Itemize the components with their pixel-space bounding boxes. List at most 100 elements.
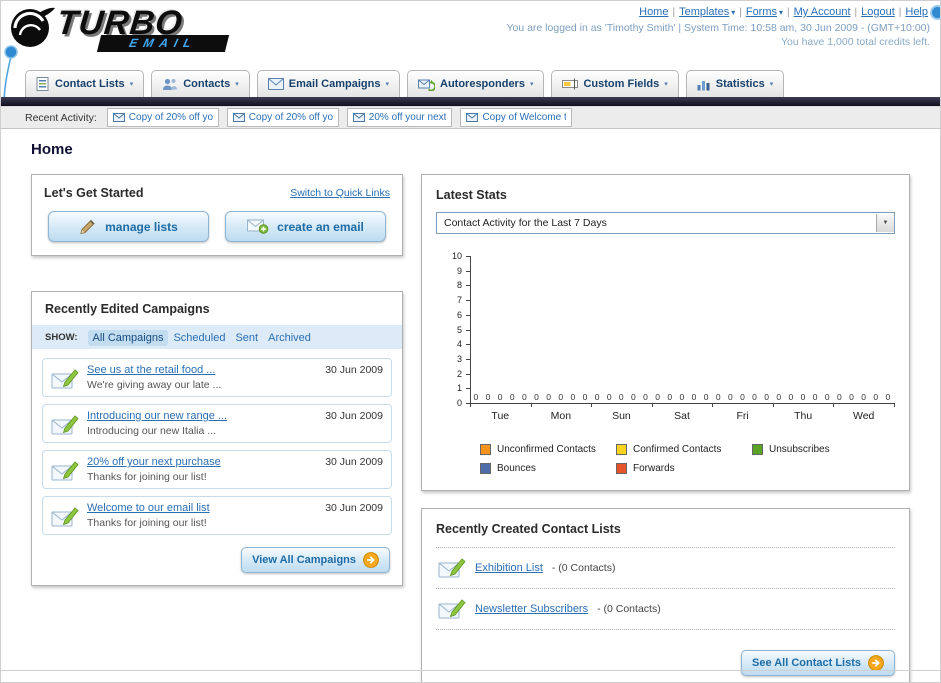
statistics-icon bbox=[697, 78, 711, 91]
bar-value-label: 0 bbox=[667, 392, 673, 402]
campaign-date: 30 Jun 2009 bbox=[325, 502, 383, 514]
tab-label: Custom Fields bbox=[583, 78, 660, 90]
nav-link-help[interactable]: Help bbox=[905, 6, 928, 18]
tab-label: Statistics bbox=[715, 78, 765, 90]
envelope-icon bbox=[466, 113, 479, 122]
switch-quick-links-link[interactable]: Switch to Quick Links bbox=[290, 187, 390, 199]
latest-stats-title: Latest Stats bbox=[436, 188, 507, 202]
manage-lists-button[interactable]: manage lists bbox=[48, 211, 209, 242]
y-axis-tick-label: 9 bbox=[456, 265, 462, 276]
contact-lists-panel: Recently Created Contact Lists Exhibitio… bbox=[421, 508, 910, 682]
edge-dot-decoration bbox=[930, 5, 940, 20]
recent-activity-item-label: Copy of Welcome to bbox=[482, 112, 567, 123]
y-axis-line bbox=[470, 256, 471, 403]
envelope-pencil-icon bbox=[51, 366, 79, 391]
tab-autoresponders[interactable]: Autoresponders ▾ bbox=[407, 70, 545, 97]
bar-value-label: 0 bbox=[788, 392, 794, 402]
tab-email-campaigns[interactable]: Email Campaigns ▾ bbox=[256, 70, 400, 97]
filter-scheduled[interactable]: Scheduled bbox=[168, 330, 230, 346]
nav-link-my-account[interactable]: My Account bbox=[794, 6, 851, 18]
envelope-pencil-icon bbox=[438, 598, 466, 620]
y-axis-tick-label: 3 bbox=[456, 353, 462, 364]
tab-statistics[interactable]: Statistics ▾ bbox=[685, 70, 785, 97]
recent-activity-item[interactable]: 20% off your next bbox=[346, 108, 453, 127]
x-axis-tick bbox=[712, 403, 714, 407]
bar-value-label: 0 bbox=[631, 392, 636, 402]
y-axis-tick-label: 6 bbox=[456, 309, 462, 320]
nav-link-home[interactable]: Home bbox=[639, 6, 668, 18]
campaign-row: Introducing our new range ... Introducing… bbox=[42, 404, 392, 443]
tab-label: Autoresponders bbox=[440, 78, 525, 90]
legend-label: Confirmed Contacts bbox=[633, 444, 722, 455]
x-axis-category-label: Sun bbox=[612, 410, 631, 422]
arrow-circle-icon bbox=[868, 655, 884, 671]
campaign-filter-bar: SHOW: All Campaigns Scheduled Sent Archived bbox=[32, 325, 402, 349]
logo-subtitle: EMAIL bbox=[96, 35, 230, 52]
legend-item-confirmed-contacts: Confirmed Contacts bbox=[616, 444, 752, 455]
campaign-title-link[interactable]: See us at the retail food ... bbox=[87, 364, 311, 376]
nav-link-logout[interactable]: Logout bbox=[861, 6, 895, 18]
nav-link-forms[interactable]: Forms ▾ bbox=[746, 6, 783, 18]
create-email-label: create an email bbox=[277, 219, 364, 234]
campaign-title-link[interactable]: Introducing our new range ... bbox=[87, 410, 311, 422]
credits-info: You have 1,000 total credits left. bbox=[780, 36, 930, 48]
chevron-down-icon: ▾ bbox=[529, 81, 534, 88]
contact-list-item: Newsletter Subscribers - (0 Contacts) bbox=[436, 589, 895, 630]
main-nav: Contact Lists ▾ Contacts ▾ Email Campaigns ▾ A… bbox=[25, 70, 940, 97]
recent-activity-item[interactable]: Copy of Welcome to bbox=[460, 108, 573, 127]
bar-value-label: 0 bbox=[740, 392, 745, 402]
filter-all-campaigns[interactable]: All Campaigns bbox=[87, 330, 169, 346]
campaign-subtitle: Thanks for joining our list! bbox=[87, 517, 207, 529]
campaign-title-link[interactable]: 20% off your next purchase bbox=[87, 456, 311, 468]
nav-underline-bar bbox=[1, 97, 940, 106]
campaign-title-link[interactable]: Welcome to our email list bbox=[87, 502, 311, 514]
contact-list-item: Exhibition List - (0 Contacts) bbox=[436, 548, 895, 589]
y-axis-tick-label: 2 bbox=[456, 368, 462, 379]
contact-list-link[interactable]: Newsletter Subscribers bbox=[475, 603, 588, 615]
campaign-subtitle: We're giving away our late ... bbox=[87, 379, 222, 391]
tab-custom-fields[interactable]: Custom Fields ▾ bbox=[551, 70, 679, 97]
bar-value-label: 0 bbox=[509, 392, 515, 402]
bar-value-label: 0 bbox=[715, 392, 721, 402]
header: TURBO EMAIL Home | Templates ▾ | Forms ▾ | My Ac… bbox=[1, 1, 940, 108]
legend-item-forwards: Forwards bbox=[616, 463, 752, 474]
y-axis-tick-label: 1 bbox=[456, 383, 462, 394]
see-all-contact-lists-label: See All Contact Lists bbox=[751, 657, 861, 669]
bar-value-label: 0 bbox=[836, 392, 842, 402]
bar-value-label: 0 bbox=[570, 392, 576, 402]
bar-value-label: 0 bbox=[885, 392, 891, 402]
x-axis-category-label: Thu bbox=[794, 410, 813, 422]
contact-list-detail: - (0 Contacts) bbox=[597, 603, 661, 615]
bar-value-label: 0 bbox=[473, 392, 479, 402]
contact-lists-icon bbox=[36, 77, 50, 91]
stats-period-select[interactable]: Contact Activity for the Last 7 Days ▼ bbox=[436, 212, 895, 234]
bar-value-label: 0 bbox=[824, 392, 830, 402]
campaign-date: 30 Jun 2009 bbox=[325, 410, 383, 422]
campaigns-title: Recently Edited Campaigns bbox=[45, 302, 210, 316]
header-nav-links: Home | Templates ▾ | Forms ▾ | My Account | Logout… bbox=[506, 6, 930, 18]
recent-activity-bar: Recent Activity: Copy of 20% off yo Copy … bbox=[1, 106, 940, 129]
contact-list-link[interactable]: Exhibition List bbox=[475, 562, 543, 574]
tab-contact-lists[interactable]: Contact Lists ▾ bbox=[25, 70, 145, 97]
tab-contacts[interactable]: Contacts ▾ bbox=[151, 70, 250, 97]
legend-swatch bbox=[752, 444, 763, 455]
recent-activity-item[interactable]: Copy of 20% off yo bbox=[226, 108, 339, 127]
envelope-pencil-icon bbox=[438, 557, 466, 579]
x-axis-tick bbox=[894, 403, 895, 407]
see-all-contact-lists-button[interactable]: See All Contact Lists bbox=[740, 650, 895, 676]
legend-label: Unconfirmed Contacts bbox=[497, 444, 596, 455]
view-all-campaigns-button[interactable]: View All Campaigns bbox=[241, 547, 390, 573]
recent-activity-item[interactable]: Copy of 20% off yo bbox=[106, 108, 219, 127]
x-axis-line bbox=[470, 403, 895, 404]
envelope-icon bbox=[352, 113, 365, 122]
app-window: TURBO EMAIL Home | Templates ▾ | Forms ▾ | My Ac… bbox=[0, 0, 941, 683]
nav-link-templates[interactable]: Templates ▾ bbox=[679, 6, 735, 18]
bar-value-label: 0 bbox=[558, 392, 564, 402]
create-email-button[interactable]: create an email bbox=[225, 211, 386, 242]
y-axis-tick-label: 4 bbox=[456, 339, 462, 350]
filter-archived[interactable]: Archived bbox=[263, 330, 316, 346]
bar-value-label: 0 bbox=[485, 392, 491, 402]
filter-sent[interactable]: Sent bbox=[230, 330, 263, 346]
recent-activity-item-label: Copy of 20% off yo bbox=[128, 112, 213, 123]
bar-value-label: 0 bbox=[618, 392, 624, 402]
